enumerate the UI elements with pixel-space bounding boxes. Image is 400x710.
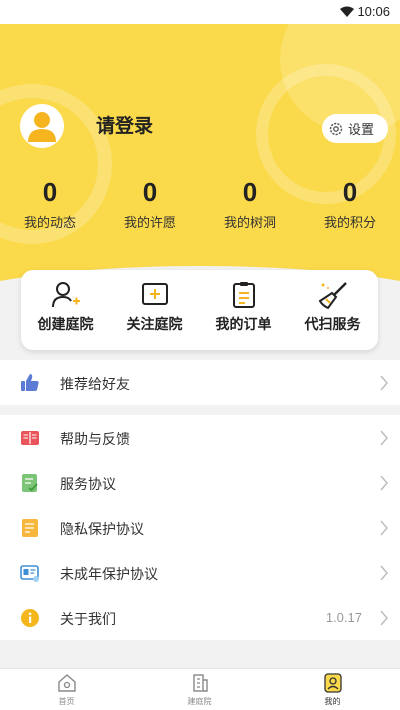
menu-label: 关于我们 bbox=[60, 612, 116, 628]
stat-label: 我的树洞 bbox=[223, 216, 276, 231]
menu-item-minor-protection[interactable]: 未成年保护协议 bbox=[0, 550, 400, 595]
clipboard-icon bbox=[232, 282, 255, 308]
chevron-right-icon bbox=[380, 375, 388, 391]
tab-label: 首页 bbox=[58, 697, 75, 706]
user-add-icon bbox=[51, 282, 80, 308]
stat-value: 0 bbox=[142, 177, 158, 207]
stat-posts[interactable]: 0 我的动态 bbox=[0, 176, 100, 231]
app-version: 1.0.17 bbox=[325, 610, 362, 625]
follow-courtyard-button[interactable]: 关注庭院 bbox=[110, 280, 199, 334]
action-label: 关注庭院 bbox=[126, 317, 183, 333]
menu-label: 未成年保护协议 bbox=[60, 567, 158, 583]
gear-icon bbox=[329, 122, 343, 135]
privacy-doc-icon bbox=[22, 519, 38, 537]
menu-item-about[interactable]: 关于我们 1.0.17 bbox=[0, 595, 400, 640]
create-courtyard-button[interactable]: 创建庭院 bbox=[21, 280, 110, 334]
chevron-right-icon bbox=[380, 610, 388, 626]
tab-home[interactable]: 首页 bbox=[0, 673, 133, 707]
broom-icon bbox=[318, 282, 347, 309]
menu-label: 推荐给好友 bbox=[60, 377, 130, 393]
action-label: 代扫服务 bbox=[304, 317, 361, 333]
menu-label: 服务协议 bbox=[60, 477, 116, 493]
wifi-icon bbox=[340, 6, 354, 17]
stat-value: 0 bbox=[42, 177, 58, 207]
chevron-right-icon bbox=[380, 430, 388, 446]
login-text[interactable]: 请登录 bbox=[96, 111, 153, 138]
tab-label: 建庭院 bbox=[187, 697, 212, 706]
menu-label: 帮助与反馈 bbox=[60, 432, 130, 448]
thumbs-up-icon bbox=[21, 374, 39, 391]
menu-item-service-agreement[interactable]: 服务协议 bbox=[0, 460, 400, 505]
status-time: 10:06 bbox=[357, 4, 390, 19]
building-icon bbox=[192, 674, 208, 692]
avatar-icon bbox=[28, 112, 56, 142]
status-bar: 10:06 bbox=[0, 0, 400, 24]
menu-group-share: 推荐给好友 bbox=[0, 360, 400, 405]
stat-value: 0 bbox=[342, 177, 358, 207]
stat-label: 我的积分 bbox=[323, 216, 376, 231]
stat-value: 0 bbox=[242, 177, 258, 207]
tab-mine[interactable]: 我的 bbox=[266, 673, 399, 707]
stat-wishes[interactable]: 0 我的许愿 bbox=[100, 176, 200, 231]
menu-item-recommend[interactable]: 推荐给好友 bbox=[0, 360, 400, 405]
tab-label: 我的 bbox=[324, 697, 341, 706]
home-icon bbox=[57, 674, 76, 692]
book-icon bbox=[21, 431, 39, 445]
sweep-service-button[interactable]: 代扫服务 bbox=[288, 280, 377, 334]
stats-row: 0 我的动态 0 我的许愿 0 我的树洞 0 我的积分 bbox=[0, 176, 400, 236]
stat-label: 我的许愿 bbox=[123, 216, 176, 231]
menu-group-info: 帮助与反馈 服务协议 隐私保护协议 未成年保护协议 关于我们 1.0.17 bbox=[0, 415, 400, 640]
bottom-tab-bar: 首页 建庭院 我的 bbox=[0, 668, 400, 710]
tab-build-courtyard[interactable]: 建庭院 bbox=[133, 673, 266, 707]
menu-item-help[interactable]: 帮助与反馈 bbox=[0, 415, 400, 460]
id-card-icon bbox=[20, 565, 39, 582]
my-orders-button[interactable]: 我的订单 bbox=[199, 280, 288, 334]
quick-actions-card: 创建庭院 关注庭院 我的订单 代扫服务 bbox=[21, 270, 378, 350]
settings-button[interactable]: 设置 bbox=[322, 114, 388, 143]
add-box-icon bbox=[141, 283, 168, 305]
settings-label: 设置 bbox=[348, 123, 375, 138]
avatar[interactable] bbox=[20, 104, 64, 148]
chevron-right-icon bbox=[380, 520, 388, 536]
action-label: 我的订单 bbox=[215, 317, 272, 333]
profile-header bbox=[0, 24, 400, 290]
stat-label: 我的动态 bbox=[23, 216, 76, 231]
action-label: 创建庭院 bbox=[37, 317, 94, 333]
chevron-right-icon bbox=[380, 475, 388, 491]
profile-icon bbox=[323, 673, 342, 693]
stat-treehole[interactable]: 0 我的树洞 bbox=[200, 176, 300, 231]
stat-points[interactable]: 0 我的积分 bbox=[300, 176, 400, 231]
menu-label: 隐私保护协议 bbox=[60, 522, 144, 538]
info-icon bbox=[21, 609, 39, 627]
chevron-right-icon bbox=[380, 565, 388, 581]
document-check-icon bbox=[22, 474, 38, 492]
menu-item-privacy[interactable]: 隐私保护协议 bbox=[0, 505, 400, 550]
